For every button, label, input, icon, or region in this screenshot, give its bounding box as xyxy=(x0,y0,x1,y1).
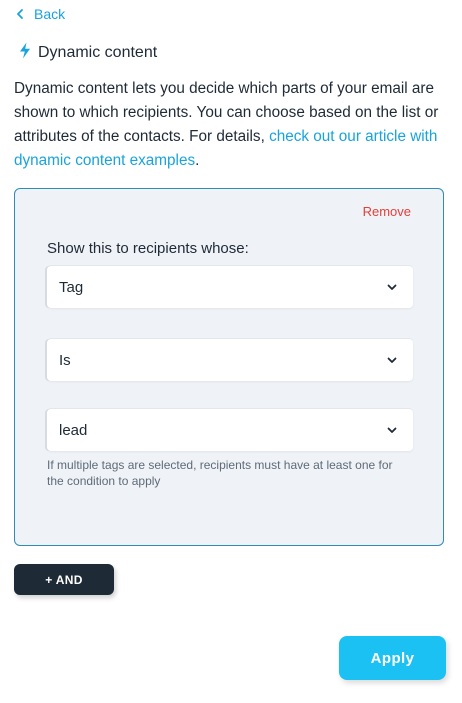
chevron-down-icon xyxy=(387,357,397,364)
value-select-value: lead xyxy=(59,421,88,439)
back-label: Back xyxy=(34,6,66,22)
apply-button[interactable]: Apply xyxy=(339,636,446,680)
condition-label: Show this to recipients whose: xyxy=(47,240,249,257)
chevron-left-icon xyxy=(16,9,24,19)
chevron-down-icon xyxy=(387,284,397,291)
condition-hint: If multiple tags are selected, recipient… xyxy=(47,458,393,488)
lightning-bolt-icon xyxy=(18,42,32,64)
section-description: Dynamic content lets you decide which pa… xyxy=(14,77,454,173)
section-header: Dynamic content xyxy=(18,42,157,64)
chevron-down-icon xyxy=(387,427,397,434)
add-and-condition-button[interactable]: + AND xyxy=(14,564,114,595)
operator-select-value: Is xyxy=(59,351,71,369)
condition-card: Remove Show this to recipients whose: Ta… xyxy=(14,188,444,546)
operator-select[interactable]: Is xyxy=(47,339,413,381)
attribute-select[interactable]: Tag xyxy=(47,266,413,308)
dynamic-content-panel: Back Dynamic content Dynamic content let… xyxy=(0,0,462,703)
description-end: . xyxy=(195,152,200,169)
section-title: Dynamic content xyxy=(38,44,158,61)
back-link[interactable]: Back xyxy=(16,6,65,22)
remove-button[interactable]: Remove xyxy=(363,204,411,219)
attribute-select-value: Tag xyxy=(59,278,84,296)
value-select[interactable]: lead xyxy=(47,409,413,451)
